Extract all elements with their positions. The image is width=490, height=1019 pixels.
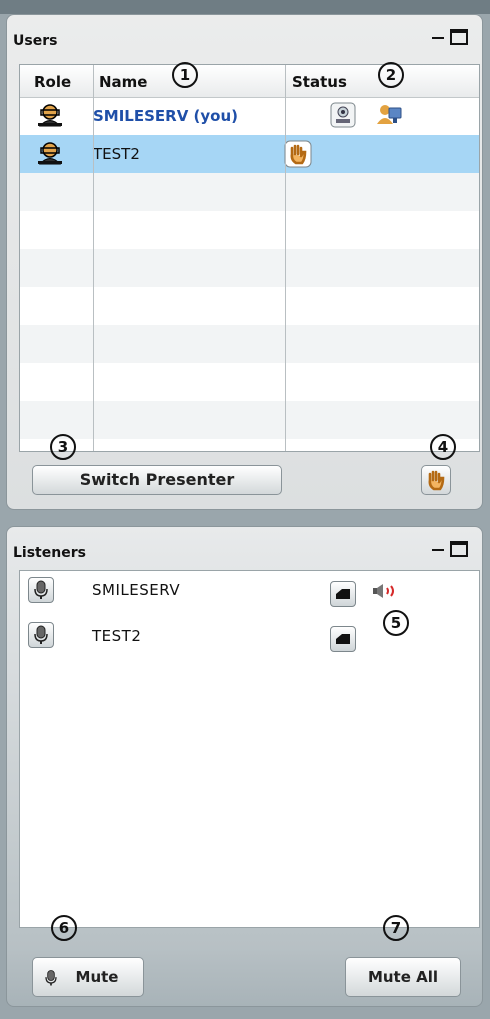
column-header-status[interactable]: Status — [292, 73, 347, 91]
user-row-selected[interactable]: TEST2 — [20, 135, 479, 173]
column-header-role[interactable]: Role — [34, 73, 71, 91]
microphone-icon — [34, 625, 48, 644]
maximize-icon[interactable] — [450, 29, 468, 45]
annotation-marker: 6 — [51, 915, 77, 941]
empty-row — [20, 325, 479, 363]
user-row[interactable]: SMILESERV (you) — [20, 97, 479, 135]
listeners-list: SMILESERV TEST2 — [19, 570, 480, 928]
listeners-panel: Listeners SMILESERV TEST2 Mute Mute All — [6, 526, 483, 1007]
presenter-icon — [375, 102, 403, 132]
raise-hand-button[interactable] — [421, 465, 451, 495]
column-divider — [285, 65, 286, 451]
webcam-icon[interactable] — [330, 102, 356, 132]
mute-all-button[interactable]: Mute All — [345, 957, 461, 997]
listeners-panel-title: Listeners — [13, 545, 86, 561]
microphone-icon — [45, 970, 57, 986]
speaking-icon — [371, 582, 401, 604]
viewer-role-icon — [37, 141, 63, 169]
annotation-marker: 5 — [383, 610, 409, 636]
user-name: TEST2 — [93, 145, 140, 163]
users-grid: Role Name Status SMILESERV (you) TEST2 — [19, 64, 480, 452]
users-grid-header: Role Name Status — [20, 65, 479, 98]
empty-row — [20, 401, 479, 439]
listener-mic-button[interactable] — [28, 577, 54, 603]
switch-presenter-button[interactable]: Switch Presenter — [32, 465, 282, 495]
viewer-role-icon — [37, 103, 63, 131]
annotation-marker: 2 — [378, 62, 404, 88]
user-name: SMILESERV (you) — [93, 107, 239, 125]
users-panel-title: Users — [13, 33, 58, 49]
raise-hand-icon — [428, 470, 445, 491]
minimize-icon[interactable] — [432, 37, 444, 39]
annotation-marker: 1 — [172, 62, 198, 88]
empty-row — [20, 363, 479, 401]
maximize-icon[interactable] — [450, 541, 468, 557]
eject-listener-button[interactable] — [330, 581, 356, 607]
empty-row — [20, 287, 479, 325]
empty-row — [20, 211, 479, 249]
listener-name: SMILESERV — [92, 581, 181, 599]
users-panel: Users Role Name Status SMILESERV (you) T… — [6, 14, 483, 510]
annotation-marker: 3 — [50, 434, 76, 460]
mute-button-label: Mute — [75, 968, 119, 986]
listener-mic-button[interactable] — [28, 622, 54, 648]
eject-icon — [336, 634, 350, 644]
eject-icon — [336, 589, 350, 599]
column-divider — [93, 65, 94, 451]
column-header-name[interactable]: Name — [99, 73, 147, 91]
mute-button[interactable]: Mute — [32, 957, 144, 997]
annotation-marker: 4 — [430, 434, 456, 460]
empty-row — [20, 249, 479, 287]
minimize-icon[interactable] — [432, 549, 444, 551]
raise-hand-icon[interactable] — [284, 140, 312, 172]
empty-row — [20, 173, 479, 211]
eject-listener-button[interactable] — [330, 626, 356, 652]
top-strip — [0, 0, 490, 14]
listener-name: TEST2 — [92, 627, 142, 645]
annotation-marker: 7 — [383, 915, 409, 941]
microphone-icon — [34, 580, 48, 599]
